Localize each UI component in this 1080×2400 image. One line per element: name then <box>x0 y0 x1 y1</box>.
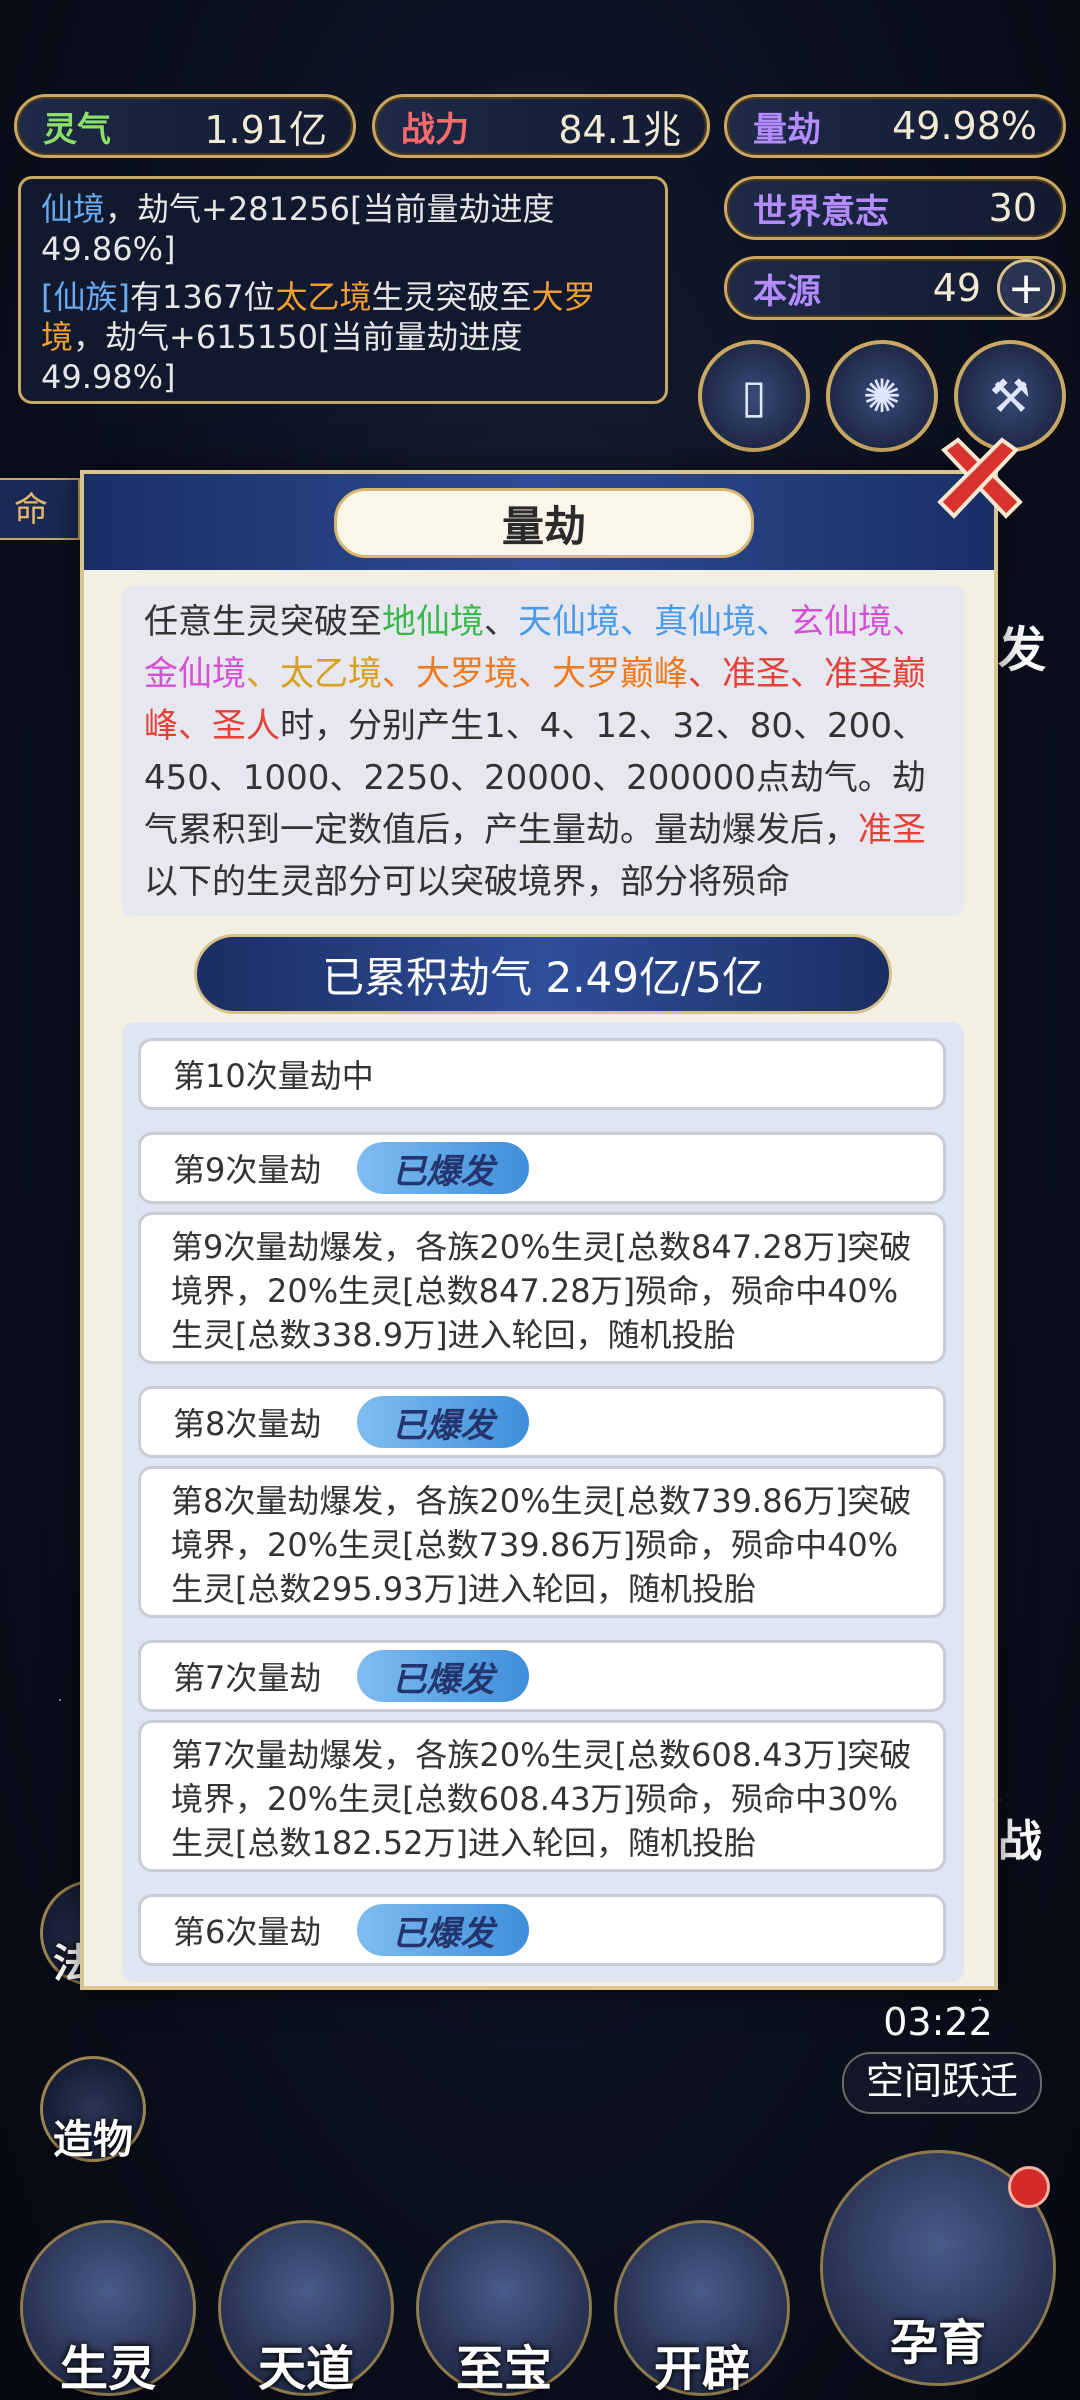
log-race: [仙族] <box>41 278 130 316</box>
liangjie-label: 量劫 <box>753 109 821 150</box>
desc-text: 以下的生灵部分可以突破境界，部分将殒命 <box>144 862 790 902</box>
nav-label: 生灵 <box>59 2341 156 2397</box>
nav-tiandao[interactable]: 天道 <box>218 2220 394 2397</box>
desc-sep: 、 <box>178 706 212 746</box>
history-detail-row: 第7次量劫爆发，各族20%生灵[总数608.43万]突破境界，20%生灵[总数6… <box>138 1720 946 1872</box>
desc-sep: 、 <box>892 602 926 642</box>
scroll-icon: ▯ <box>741 369 767 423</box>
origin-value: 49 <box>932 266 981 310</box>
world-will-label: 世界意志 <box>753 191 889 232</box>
history-title: 第8次量劫 <box>173 1405 322 1443</box>
desc-sep: 、 <box>620 602 654 642</box>
desc-sep: 、 <box>756 602 790 642</box>
desc-sep: 、 <box>688 654 722 694</box>
erupted-badge: 已爆发 <box>357 1650 530 1702</box>
history-title: 第7次量劫 <box>173 1659 322 1697</box>
erupted-badge: 已爆发 <box>357 1396 530 1448</box>
desc-realm: 太乙境 <box>280 654 382 694</box>
erupted-badge: 已爆发 <box>357 1904 530 1956</box>
accumulated-jieqi-bar: 已累积劫气 2.49亿/5亿 <box>194 934 892 1014</box>
liangjie-value: 49.98% <box>892 104 1037 148</box>
history-title: 第6次量劫 <box>173 1913 322 1951</box>
history-title: 第10次量劫中 <box>173 1057 374 1095</box>
side-button-zaowu[interactable]: 造物 <box>40 2056 146 2163</box>
log-realm: 太乙境 <box>275 278 372 316</box>
zhanli-label: 战力 <box>401 109 469 150</box>
desc-sep: 、 <box>246 654 280 694</box>
log-text: ，劫气+615150[当前量劫进度49.98%] <box>41 318 523 396</box>
portal-button[interactable]: ✺ <box>826 340 938 452</box>
origin-plus-button[interactable]: + <box>997 259 1055 317</box>
lingqi-stat[interactable]: 灵气 1.91亿 <box>14 94 356 158</box>
modal-title: 量劫 <box>334 488 754 558</box>
desc-realm: 真仙境 <box>654 602 756 642</box>
hammer-icon: ⚒ <box>989 369 1031 423</box>
log-realm: 仙境 <box>41 190 106 228</box>
desc-realm: 大罗巅峰 <box>552 654 688 694</box>
history-title-row: 第9次量劫 已爆发 <box>138 1132 946 1204</box>
log-text: ，劫气+281256[当前量劫进度49.86%] <box>41 190 555 268</box>
history-title-row: 第6次量劫 已爆发 <box>138 1894 946 1966</box>
space-jump-button[interactable]: 空间跃迁 <box>842 2052 1042 2114</box>
desc-realm: 天仙境 <box>518 602 620 642</box>
nav-shengling[interactable]: 生灵 <box>20 2220 196 2397</box>
log-line: [仙族]有1367位太乙境生灵突破至大罗境，劫气+615150[当前量劫进度49… <box>41 277 645 397</box>
nav-kaipi[interactable]: 开辟 <box>614 2220 790 2397</box>
zhanli-stat[interactable]: 战力 84.1兆 <box>372 94 710 158</box>
event-log: 仙境，劫气+281256[当前量劫进度49.86%] [仙族]有1367位太乙境… <box>18 176 668 404</box>
liangjie-history-list[interactable]: 第10次量劫中 第9次量劫 已爆发 第9次量劫爆发，各族20%生灵[总数847.… <box>122 1022 964 1982</box>
history-title-row: 第7次量劫 已爆发 <box>138 1640 946 1712</box>
modal-description: 任意生灵突破至地仙境、天仙境、真仙境、玄仙境、金仙境、太乙境、大罗境、大罗巅峰、… <box>122 586 964 916</box>
origin-stat[interactable]: 本源 49 + <box>724 256 1066 320</box>
desc-sep: 、 <box>790 654 824 694</box>
nav-label: 孕育 <box>889 2315 986 2371</box>
nav-zhibao[interactable]: 至宝 <box>416 2220 592 2397</box>
liangjie-stat[interactable]: 量劫 49.98% <box>724 94 1066 158</box>
zhanli-value: 84.1兆 <box>558 107 681 152</box>
desc-realm: 准圣 <box>722 654 790 694</box>
desc-realm: 玄仙境 <box>790 602 892 642</box>
log-line: 仙境，劫气+281256[当前量劫进度49.86%] <box>41 189 645 269</box>
right-side-label-zhan[interactable]: 战 <box>998 1805 1042 1869</box>
nav-label: 至宝 <box>455 2341 552 2397</box>
history-title-row: 第10次量劫中 <box>138 1038 946 1110</box>
history-detail: 第8次量劫爆发，各族20%生灵[总数739.86万]突破境界，20%生灵[总数7… <box>171 1482 912 1608</box>
lingqi-label: 灵气 <box>43 109 111 150</box>
desc-sep: 、 <box>518 654 552 694</box>
nav-label: 开辟 <box>653 2341 750 2397</box>
notification-dot <box>1008 2166 1050 2208</box>
desc-realm: 大罗境 <box>416 654 518 694</box>
desc-text: 任意生灵突破至 <box>144 602 382 642</box>
close-icon[interactable] <box>930 430 1030 530</box>
world-will-stat[interactable]: 世界意志 30 <box>724 176 1066 240</box>
desc-realm: 地仙境 <box>382 602 484 642</box>
history-detail: 第7次量劫爆发，各族20%生灵[总数608.43万]突破境界，20%生灵[总数6… <box>171 1736 912 1862</box>
origin-label: 本源 <box>753 271 821 312</box>
desc-realm: 准圣 <box>858 810 926 850</box>
log-text: 生灵突破至 <box>371 278 532 316</box>
desc-sep: 、 <box>484 602 518 642</box>
history-detail-row: 第8次量劫爆发，各族20%生灵[总数739.86万]突破境界，20%生灵[总数7… <box>138 1466 946 1618</box>
liangjie-modal: 量劫 任意生灵突破至地仙境、天仙境、真仙境、玄仙境、金仙境、太乙境、大罗境、大罗… <box>80 470 998 1990</box>
scroll-button[interactable]: ▯ <box>698 340 810 452</box>
erupted-badge: 已爆发 <box>357 1142 530 1194</box>
countdown-timer: 03:22 <box>883 2000 993 2044</box>
left-tab[interactable]: 命 <box>0 478 80 540</box>
lingqi-value: 1.91亿 <box>204 107 327 152</box>
right-side-label-fa[interactable]: 发 <box>998 610 1046 680</box>
world-will-value: 30 <box>988 186 1037 230</box>
nav-label: 天道 <box>257 2341 354 2397</box>
desc-realm: 金仙境 <box>144 654 246 694</box>
desc-realm: 圣人 <box>212 706 280 746</box>
vortex-icon: ✺ <box>862 369 902 423</box>
history-title-row: 第8次量劫 已爆发 <box>138 1386 946 1458</box>
history-title: 第9次量劫 <box>173 1151 322 1189</box>
history-detail-row: 第9次量劫爆发，各族20%生灵[总数847.28万]突破境界，20%生灵[总数8… <box>138 1212 946 1364</box>
history-detail: 第9次量劫爆发，各族20%生灵[总数847.28万]突破境界，20%生灵[总数8… <box>171 1228 912 1354</box>
log-text: 有1367位 <box>129 278 276 316</box>
side-button-label: 造物 <box>53 2117 133 2163</box>
desc-sep: 、 <box>382 654 416 694</box>
